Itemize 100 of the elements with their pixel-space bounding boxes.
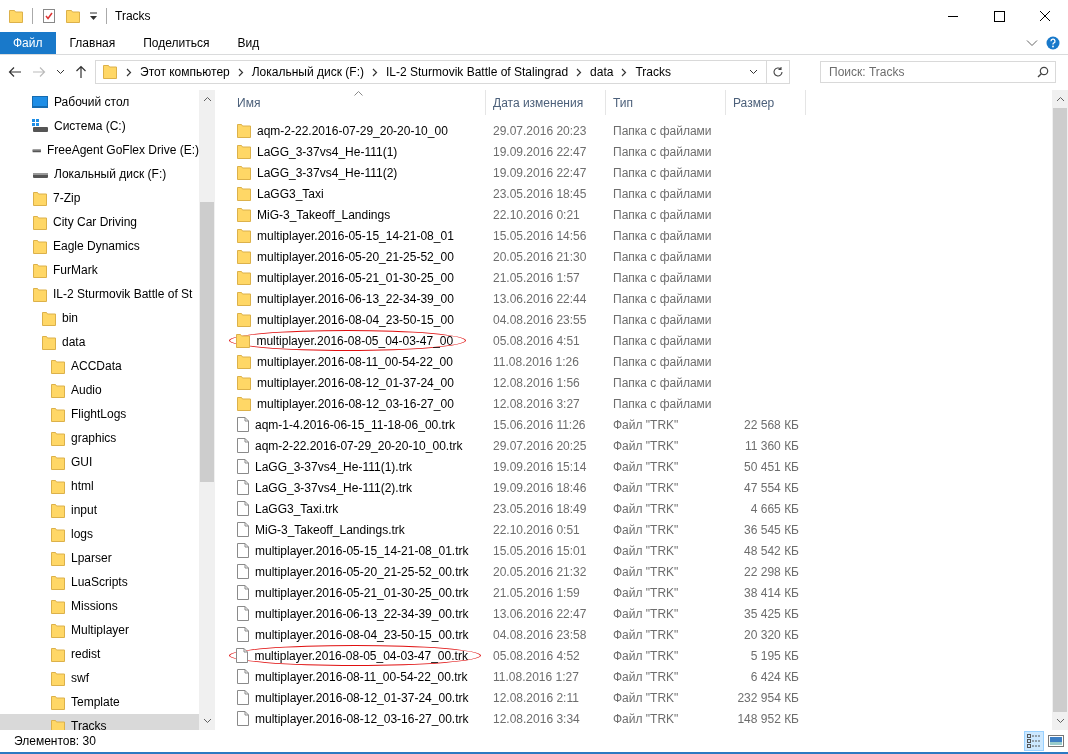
folder-icon [51,430,65,446]
date-cell-text: 05.08.2016 4:51 [492,333,581,348]
up-arrow-icon[interactable] [75,65,87,79]
file-name-cell[interactable]: multiplayer.2016-08-04_23-50-15_00.trk [237,627,469,642]
nav-tree-item[interactable]: Локальный диск (F:) [0,162,199,186]
size-cell-text: 5 195 КБ [749,648,800,663]
folder-icon [51,526,65,542]
folder-icon [237,354,251,369]
type-cell-text: Файл "TRK" [612,480,680,495]
file-name-cell[interactable]: aqm-2-22.2016-07-29_20-20-10_00.trk [237,438,463,453]
size-cell-text: 47 554 КБ [743,480,800,495]
file-menu-tab[interactable]: Файл [0,32,56,54]
file-name-cell[interactable]: MiG-3_Takeoff_Landings.trk [237,522,405,537]
document-icon [237,690,249,705]
ribbon-tab[interactable]: Вид [223,32,274,54]
nav-tree-item[interactable]: Multiplayer [0,618,199,642]
nav-tree-item[interactable]: bin [0,306,199,330]
nav-tree-item[interactable]: data [0,330,199,354]
file-name-cell[interactable]: multiplayer.2016-05-21_01-30-25_00 [237,270,454,285]
nav-tree-item[interactable]: 7-Zip [0,186,199,210]
breadcrumb[interactable]: Локальный диск (F:) [251,65,364,79]
nav-tree-item[interactable]: Lparser [0,546,199,570]
file-name-cell[interactable]: LaGG_3-37vs4_He-111(2) [237,165,398,180]
nav-tree-item[interactable]: FurMark [0,258,199,282]
file-name-cell[interactable]: LaGG_3-37vs4_He-111(1) [237,144,398,159]
back-arrow-icon[interactable] [8,66,22,78]
search-field[interactable]: Поиск: Tracks [820,61,1056,83]
chevron-down-icon[interactable] [749,69,758,75]
file-name-cell[interactable]: multiplayer.2016-06-13_22-34-39_00.trk [237,606,469,621]
scroll-down-icon[interactable] [1055,718,1065,724]
scrollbar[interactable] [1052,90,1068,730]
column-header[interactable]: Тип [606,90,726,115]
nav-tree-item[interactable]: redist [0,642,199,666]
date-cell-text: 22.10.2016 0:51 [492,522,581,537]
file-name-cell[interactable]: LaGG3_Taxi [237,186,324,201]
nav-tree-item[interactable]: html [0,474,199,498]
nav-tree-item[interactable]: Eagle Dynamics [0,234,199,258]
breadcrumb[interactable]: IL-2 Sturmovik Battle of Stalingrad [385,65,569,79]
file-name-cell[interactable]: multiplayer.2016-05-15_14-21-08_01.trk [237,543,469,558]
type-cell-text: Файл "TRK" [612,501,680,516]
nav-tree-item[interactable]: ACCData [0,354,199,378]
document-icon [237,480,249,495]
nav-tree-item[interactable]: FlightLogs [0,402,199,426]
file-name-cell[interactable]: multiplayer.2016-05-21_01-30-25_00.trk [237,585,469,600]
file-name-cell[interactable]: LaGG3_Taxi.trk [237,501,339,516]
help-icon[interactable] [1046,36,1060,50]
nav-tree-item[interactable]: City Car Driving [0,210,199,234]
column-header[interactable]: Дата изменения [486,90,606,115]
nav-tree-item[interactable]: input [0,498,199,522]
nav-tree-item[interactable]: swf [0,666,199,690]
nav-tree-item[interactable]: graphics [0,426,199,450]
properties-check-icon[interactable] [41,8,57,24]
ribbon-tab[interactable]: Главная [55,32,130,54]
scroll-up-icon[interactable] [202,96,212,102]
nav-tree-item[interactable]: Template [0,690,199,714]
file-name-cell[interactable]: multiplayer.2016-08-11_00-54-22_00.trk [237,669,468,684]
file-name-cell[interactable]: multiplayer.2016-08-12_03-16-27_00 [237,396,454,411]
folder-icon [33,262,47,278]
column-header[interactable]: Имя [230,90,486,115]
refresh-icon[interactable] [772,66,784,78]
nav-tree-item[interactable]: Missions [0,594,199,618]
nav-tree-item[interactable]: GUI [0,450,199,474]
file-name-cell[interactable]: multiplayer.2016-08-12_01-37-24_00.trk [237,690,469,705]
file-name-cell[interactable]: multiplayer.2016-06-13_22-34-39_00 [237,291,454,306]
nav-tree-item[interactable]: logs [0,522,199,546]
file-name-cell[interactable]: multiplayer.2016-05-15_14-21-08_01 [237,228,454,243]
details-view-button[interactable] [1024,731,1044,751]
file-name-cell[interactable]: aqm-1-4.2016-06-15_11-18-06_00.trk [237,417,455,432]
date-cell-text: 29.07.2016 20:25 [492,438,588,453]
breadcrumb[interactable]: Этот компьютер [140,65,230,79]
nav-tree-item[interactable]: Tracks [0,714,199,730]
breadcrumb[interactable]: data [590,65,614,79]
nav-tree-item[interactable]: Система (C:) [0,114,199,138]
ribbon-tab[interactable]: Поделиться [129,32,224,54]
scroll-up-icon[interactable] [1055,96,1065,102]
file-name-cell[interactable]: multiplayer.2016-08-11_00-54-22_00 [237,354,453,369]
file-name-cell[interactable]: multiplayer.2016-08-12_01-37-24_00 [237,375,454,390]
file-name-cell[interactable]: MiG-3_Takeoff_Landings [237,207,391,222]
column-header[interactable]: Размер [726,90,806,115]
nav-tree-item[interactable]: IL-2 Sturmovik Battle of St [0,282,199,306]
chevron-down-icon[interactable] [56,69,65,75]
file-name-cell[interactable]: multiplayer.2016-05-20_21-25-52_00 [237,249,454,264]
folder-icon [237,249,251,264]
nav-tree-item[interactable]: Audio [0,378,199,402]
scrollbar[interactable] [199,90,215,730]
dropdown-icon[interactable] [89,11,98,21]
file-name-cell[interactable]: multiplayer.2016-08-12_03-16-27_00.trk [237,711,469,726]
file-name-cell[interactable]: LaGG_3-37vs4_He-111(1).trk [237,459,412,474]
file-name-cell[interactable]: multiplayer.2016-08-04_23-50-15_00 [237,312,454,327]
document-icon [237,606,249,621]
file-name-cell[interactable]: LaGG_3-37vs4_He-111(2).trk [237,480,412,495]
type-cell-text: Папка с файлами [612,228,713,243]
nav-tree-item[interactable]: Рабочий стол [0,90,199,114]
scroll-down-icon[interactable] [202,718,212,724]
breadcrumb[interactable]: Tracks [635,65,671,79]
file-name-cell[interactable]: multiplayer.2016-05-20_21-25-52_00.trk [237,564,469,579]
file-name-cell[interactable]: aqm-2-22.2016-07-29_20-20-10_00 [237,123,448,138]
address-bar[interactable]: Этот компьютер Локальный диск (F:) IL-2 Sturmovik Battle of Stalingrad data Tracks [95,60,790,84]
nav-tree-item[interactable]: FreeAgent GoFlex Drive (E:) [0,138,199,162]
nav-tree-item[interactable]: LuaScripts [0,570,199,594]
